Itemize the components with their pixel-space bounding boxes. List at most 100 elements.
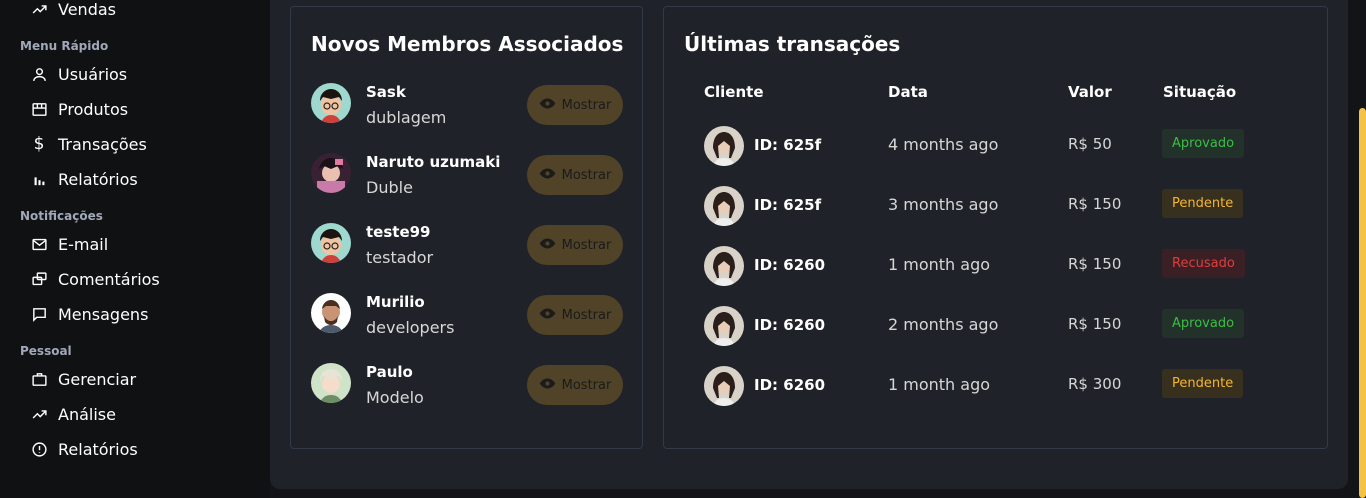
avatar xyxy=(311,153,351,193)
column-header-data: Data xyxy=(888,83,928,101)
eye-icon xyxy=(539,95,556,116)
dollar-icon: $ xyxy=(33,134,45,154)
scrollbar-thumb[interactable] xyxy=(1359,108,1366,498)
status-badge: Pendente xyxy=(1162,369,1244,398)
member-item: Naruto uzumaki Duble Mostrar xyxy=(311,153,623,197)
client-id: ID: 6260 xyxy=(754,256,826,274)
eye-icon xyxy=(539,165,556,186)
status-badge: Aprovado xyxy=(1162,129,1245,158)
table-row: ID: 625f 4 months ago R$ 50 Aprovado xyxy=(704,124,1264,168)
avatar xyxy=(704,246,744,286)
sidebar-item-label: Usuários xyxy=(58,64,128,84)
table-row: ID: 6260 1 month ago R$ 300 Pendente xyxy=(704,364,1264,408)
avatar xyxy=(704,126,744,166)
member-name: Sask xyxy=(366,83,406,101)
mail-icon xyxy=(30,235,48,253)
transaction-date: 2 months ago xyxy=(888,315,999,334)
sidebar-item-analise[interactable]: Análise xyxy=(30,402,116,426)
sidebar-item-gerenciar[interactable]: Gerenciar xyxy=(30,367,136,391)
status-badge: Recusado xyxy=(1162,249,1245,278)
transactions-title: Últimas transações xyxy=(684,32,901,56)
show-button-label: Mostrar xyxy=(561,377,612,393)
avatar xyxy=(311,83,351,123)
member-item: Murilio developers Mostrar xyxy=(311,293,623,337)
transaction-value: R$ 150 xyxy=(1068,315,1122,333)
sidebar-item-comentarios[interactable]: Comentários xyxy=(30,267,160,291)
client-id: ID: 6260 xyxy=(754,376,826,394)
transaction-value: R$ 150 xyxy=(1068,255,1122,273)
member-role: Duble xyxy=(366,178,413,197)
sidebar-item-vendas[interactable]: Vendas xyxy=(30,0,116,21)
client-id: ID: 6260 xyxy=(754,316,826,334)
avatar xyxy=(311,223,351,263)
show-button-label: Mostrar xyxy=(561,97,612,113)
member-role: Modelo xyxy=(366,388,424,407)
member-name: Naruto uzumaki xyxy=(366,153,501,171)
member-name: Murilio xyxy=(366,293,425,311)
comments-icon xyxy=(30,270,48,288)
avatar xyxy=(704,366,744,406)
member-name: teste99 xyxy=(366,223,431,241)
main-content: Novos Membros Associados Sask dublagem M… xyxy=(270,0,1348,489)
trending-up-icon xyxy=(30,405,48,423)
transaction-value: R$ 150 xyxy=(1068,195,1122,213)
transaction-date: 3 months ago xyxy=(888,195,999,214)
transaction-value: R$ 300 xyxy=(1068,375,1122,393)
eye-icon xyxy=(539,375,556,396)
member-role: dublagem xyxy=(366,108,447,127)
bar-chart-icon xyxy=(30,170,48,188)
sidebar-item-relatorios-pessoal[interactable]: Relatórios xyxy=(30,437,138,461)
show-member-button[interactable]: Mostrar xyxy=(527,365,623,405)
message-icon xyxy=(30,305,48,323)
sidebar-item-label: E-mail xyxy=(58,234,109,254)
sidebar-item-produtos[interactable]: Produtos xyxy=(30,97,128,121)
sidebar-item-label: Relatórios xyxy=(58,439,138,459)
scrollbar[interactable] xyxy=(1358,0,1366,498)
member-item: Paulo Modelo Mostrar xyxy=(311,363,623,407)
transaction-date: 1 month ago xyxy=(888,255,991,274)
member-name: Paulo xyxy=(366,363,413,381)
avatar xyxy=(704,186,744,226)
sidebar-item-label: Mensagens xyxy=(58,304,149,324)
new-members-card: Novos Membros Associados Sask dublagem M… xyxy=(290,6,643,449)
sidebar-item-mensagens[interactable]: Mensagens xyxy=(30,302,148,326)
show-member-button[interactable]: Mostrar xyxy=(527,155,623,195)
column-header-cliente: Cliente xyxy=(704,83,764,101)
table-row: ID: 6260 1 month ago R$ 150 Recusado xyxy=(704,244,1264,288)
sidebar-item-label: Análise xyxy=(58,404,116,424)
show-member-button[interactable]: Mostrar xyxy=(527,225,623,265)
member-role: developers xyxy=(366,318,455,337)
show-button-label: Mostrar xyxy=(561,237,612,253)
alert-circle-icon xyxy=(30,440,48,458)
new-members-title: Novos Membros Associados xyxy=(311,32,624,56)
storefront-icon xyxy=(30,100,48,118)
sidebar-heading-menu-rapido: Menu Rápido xyxy=(20,39,109,53)
table-row: ID: 6260 2 months ago R$ 150 Aprovado xyxy=(704,304,1264,348)
avatar xyxy=(311,363,351,403)
show-member-button[interactable]: Mostrar xyxy=(527,295,623,335)
eye-icon xyxy=(539,305,556,326)
eye-icon xyxy=(539,235,556,256)
transactions-card: Últimas transações Cliente Data Valor Si… xyxy=(663,6,1328,449)
table-row: ID: 625f 3 months ago R$ 150 Pendente xyxy=(704,184,1264,228)
show-button-label: Mostrar xyxy=(561,307,612,323)
sidebar-item-label: Relatórios xyxy=(58,169,138,189)
member-item: Sask dublagem Mostrar xyxy=(311,83,623,127)
sidebar-item-label: Produtos xyxy=(58,99,129,119)
sidebar-item-email[interactable]: E-mail xyxy=(30,232,108,256)
show-member-button[interactable]: Mostrar xyxy=(527,85,623,125)
status-badge: Pendente xyxy=(1162,189,1244,218)
sidebar: Vendas Menu Rápido Usuários Produtos $ T… xyxy=(0,0,270,498)
avatar xyxy=(311,293,351,333)
sidebar-item-usuarios[interactable]: Usuários xyxy=(30,62,127,86)
sidebar-item-relatorios[interactable]: Relatórios xyxy=(30,167,138,191)
trending-up-icon xyxy=(30,0,48,18)
briefcase-icon xyxy=(30,370,48,388)
member-role: testador xyxy=(366,248,434,267)
member-item: teste99 testador Mostrar xyxy=(311,223,623,267)
avatar xyxy=(704,306,744,346)
user-icon xyxy=(30,65,48,83)
sidebar-item-label: Gerenciar xyxy=(58,369,137,389)
sidebar-item-transacoes[interactable]: $ Transações xyxy=(30,132,147,156)
sidebar-item-label: Comentários xyxy=(58,269,160,289)
